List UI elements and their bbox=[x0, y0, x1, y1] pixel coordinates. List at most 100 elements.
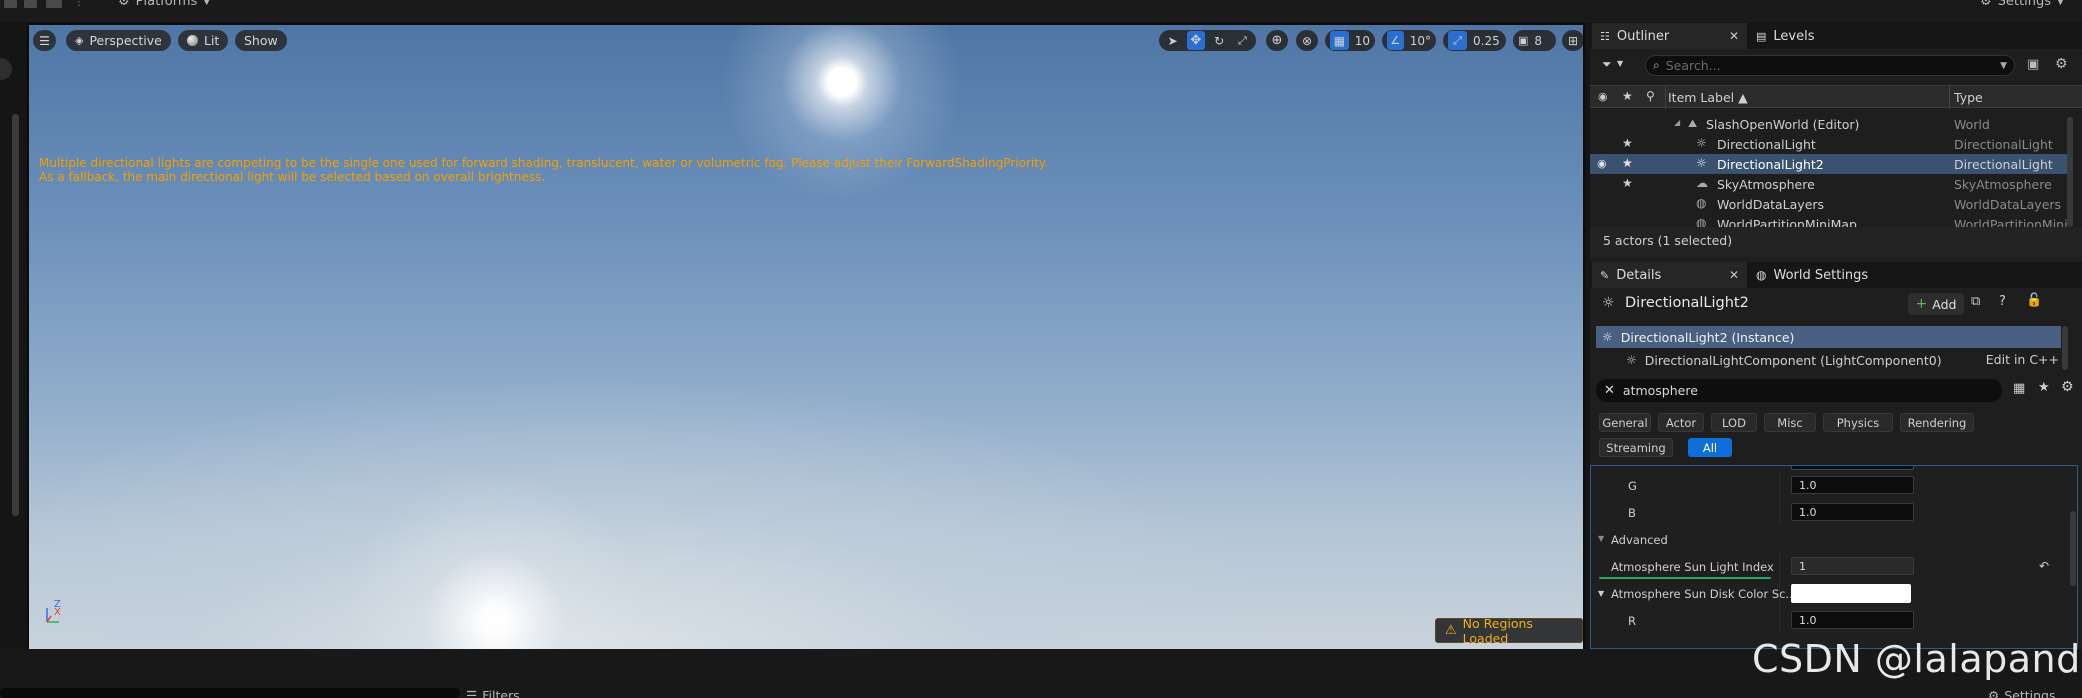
color-swatch[interactable] bbox=[1791, 584, 1911, 603]
clear-search-icon[interactable]: ✕ bbox=[1604, 383, 1615, 398]
rotate-tool[interactable]: ↻ bbox=[1211, 31, 1228, 50]
axis-x-label: X bbox=[54, 607, 61, 618]
perspective-button[interactable]: ◈ Perspective bbox=[66, 30, 171, 51]
category-streaming[interactable]: Streaming bbox=[1599, 438, 1673, 457]
outliner-row[interactable]: ◍ WorldDataLayers WorldDataLayers bbox=[1590, 194, 2067, 214]
grid-snap-control[interactable]: ▦ 10 bbox=[1325, 30, 1375, 51]
help-icon[interactable]: ? bbox=[1999, 294, 2006, 309]
star-column-icon[interactable]: ★ bbox=[1622, 89, 1633, 103]
settings-menu[interactable]: ⚙ Settings ▼ bbox=[1980, 0, 2064, 9]
category-misc[interactable]: Misc bbox=[1764, 413, 1816, 432]
filters-button[interactable]: ☰ Filters bbox=[466, 688, 520, 698]
outliner-scrollbar[interactable] bbox=[2067, 117, 2073, 227]
star-icon[interactable]: ★ bbox=[1622, 176, 1633, 190]
more-icon[interactable]: ⋮ bbox=[74, 0, 84, 8]
actor-name[interactable]: DirectionalLight2 bbox=[1625, 295, 1749, 311]
outliner-row[interactable]: ◢ ⛰ SlashOpenWorld (Editor) World bbox=[1590, 114, 2067, 134]
grid-snap-value: 10 bbox=[1354, 33, 1370, 48]
outliner-search-input[interactable]: ⌕ Search... ▼ bbox=[1645, 55, 2015, 76]
type-column[interactable]: Type bbox=[1954, 90, 1983, 105]
rotation-snap-control[interactable]: ∠ 10° bbox=[1382, 30, 1436, 51]
gear-icon: ⚙ bbox=[1988, 688, 2000, 698]
advanced-section[interactable]: ▼ Advanced bbox=[1591, 526, 2069, 552]
filter-icon: ☰ bbox=[466, 688, 478, 698]
edit-in-cpp-link[interactable]: Edit in C++ bbox=[1986, 352, 2059, 367]
tab-outliner[interactable]: ☷ Outliner ✕ bbox=[1592, 23, 1747, 49]
no-regions-badge[interactable]: ⚠ No Regions Loaded bbox=[1435, 616, 1583, 646]
visibility-column-icon[interactable]: ◉ bbox=[1598, 90, 1608, 103]
reset-to-default-icon[interactable]: ↶ bbox=[2039, 559, 2049, 573]
item-label-column[interactable]: Item Label ▲ bbox=[1668, 90, 1748, 105]
chevron-down-icon[interactable]: ▼ bbox=[1598, 534, 1604, 543]
camera-speed-control[interactable]: ▣ 8 bbox=[1513, 30, 1556, 51]
star-icon[interactable]: ★ bbox=[1622, 156, 1633, 170]
category-lod[interactable]: LOD bbox=[1711, 413, 1757, 432]
close-icon[interactable]: ✕ bbox=[1729, 268, 1739, 282]
table-view-icon[interactable]: ▦ bbox=[2013, 381, 2025, 396]
r-value-field[interactable]: 1.0 bbox=[1791, 611, 1914, 629]
layout-icon: ⊞ bbox=[1567, 33, 1579, 48]
outliner-row[interactable]: ★ ☁ SkyAtmosphere SkyAtmosphere bbox=[1590, 174, 2067, 194]
levels-icon: ▤ bbox=[1756, 29, 1767, 43]
details-properties: G 1.0 B 1.0 ▼ Advanced Atmosphere Sun Li… bbox=[1590, 465, 2078, 649]
category-physics[interactable]: Physics bbox=[1823, 413, 1893, 432]
layout-button[interactable]: ⊞ bbox=[1562, 30, 1583, 51]
translate-tool[interactable]: ✥ bbox=[1187, 31, 1205, 50]
property-label: Atmosphere Sun Disk Color Sc... bbox=[1611, 587, 1797, 601]
filter-icon[interactable]: ⏷ bbox=[1602, 57, 1612, 72]
b-value-field[interactable]: 1.0 bbox=[1791, 503, 1914, 521]
g-value-field[interactable]: 1.0 bbox=[1791, 476, 1914, 494]
chevron-down-icon[interactable]: ▼ bbox=[1598, 589, 1604, 598]
lit-button[interactable]: Lit bbox=[178, 30, 229, 51]
bottom-path-bar[interactable] bbox=[0, 688, 460, 698]
sun-light-index-field[interactable]: 1 bbox=[1791, 557, 1914, 575]
outliner-row-selected[interactable]: ◉ ★ ☼ DirectionalLight2 DirectionalLight bbox=[1590, 154, 2067, 174]
component-tree: ☼ DirectionalLight2 (Instance) ☼ Directi… bbox=[1596, 326, 2061, 370]
surface-snap-toggle[interactable]: ⊗ bbox=[1296, 30, 1318, 51]
pin-column-icon[interactable]: ⚲ bbox=[1646, 89, 1655, 103]
left-scrollbar[interactable] bbox=[12, 114, 19, 516]
blueprint-icon[interactable]: ⧉ bbox=[1971, 294, 1980, 309]
scale-tool[interactable]: ⤢ bbox=[1234, 31, 1251, 50]
viewport-menu-button[interactable]: ☰ bbox=[33, 30, 56, 51]
category-all[interactable]: All bbox=[1688, 438, 1732, 457]
category-general[interactable]: General bbox=[1599, 413, 1651, 432]
globe-icon: ⊕ bbox=[1271, 33, 1283, 48]
show-button[interactable]: Show bbox=[235, 30, 287, 51]
world-local-toggle[interactable]: ⊕ bbox=[1266, 30, 1288, 51]
outliner-row[interactable]: ★ ☼ DirectionalLight DirectionalLight bbox=[1590, 134, 2067, 154]
select-tool[interactable]: ➤ bbox=[1164, 31, 1181, 50]
lock-icon[interactable]: 🔓 bbox=[2026, 293, 2042, 308]
star-icon[interactable]: ★ bbox=[1622, 136, 1633, 150]
gear-icon[interactable]: ⚙ bbox=[2061, 379, 2074, 395]
directional-light-icon: ☼ bbox=[1602, 295, 1615, 311]
chevron-down-icon[interactable]: ◢ bbox=[1674, 118, 1680, 127]
platforms-menu[interactable]: ⚙ Platforms ▼ bbox=[118, 0, 210, 9]
level-viewport[interactable]: ☰ ◈ Perspective Lit Show ➤ ✥ ↻ ⤢ ⊕ ⊗ ▦ 1… bbox=[29, 25, 1583, 649]
actor-count: 5 actors (1 selected) bbox=[1590, 227, 2082, 257]
component-row[interactable]: ☼ DirectionalLightComponent (LightCompon… bbox=[1596, 349, 2061, 371]
toolbar-icon[interactable] bbox=[4, 0, 17, 8]
details-search-input[interactable]: ✕ atmosphere bbox=[1596, 379, 2002, 402]
camera-speed-value: 8 bbox=[1534, 33, 1543, 48]
category-actor[interactable]: Actor bbox=[1658, 413, 1704, 432]
favorites-star-icon[interactable]: ★ bbox=[2038, 380, 2050, 395]
outliner-row[interactable]: ◍ WorldPartitionMiniMap WorldPartitionMi… bbox=[1590, 214, 2067, 227]
toolbar-icon[interactable] bbox=[46, 0, 62, 8]
properties-scrollbar[interactable] bbox=[2070, 511, 2076, 586]
filters-label: Filters bbox=[482, 688, 520, 698]
gear-icon[interactable]: ⚙ bbox=[2055, 56, 2068, 72]
component-instance-row[interactable]: ☼ DirectionalLight2 (Instance) bbox=[1596, 326, 2061, 348]
toolbar-icon[interactable] bbox=[24, 0, 37, 8]
close-icon[interactable]: ✕ bbox=[1729, 29, 1739, 43]
tab-details[interactable]: ✎ Details ✕ bbox=[1592, 262, 1747, 288]
bottom-settings-button[interactable]: ⚙ Settings bbox=[1988, 688, 2056, 698]
eye-icon[interactable]: ◉ bbox=[1597, 157, 1607, 170]
scale-snap-control[interactable]: ⤢ 0.25 bbox=[1443, 30, 1506, 51]
tab-levels[interactable]: ▤ Levels bbox=[1748, 23, 1868, 49]
add-folder-icon[interactable]: ▣ bbox=[2027, 57, 2039, 72]
component-tree-scrollbar[interactable] bbox=[2062, 326, 2068, 370]
tab-world-settings[interactable]: ◍ World Settings bbox=[1748, 262, 1898, 288]
category-rendering[interactable]: Rendering bbox=[1900, 413, 1974, 432]
add-component-button[interactable]: + Add bbox=[1908, 293, 1964, 315]
